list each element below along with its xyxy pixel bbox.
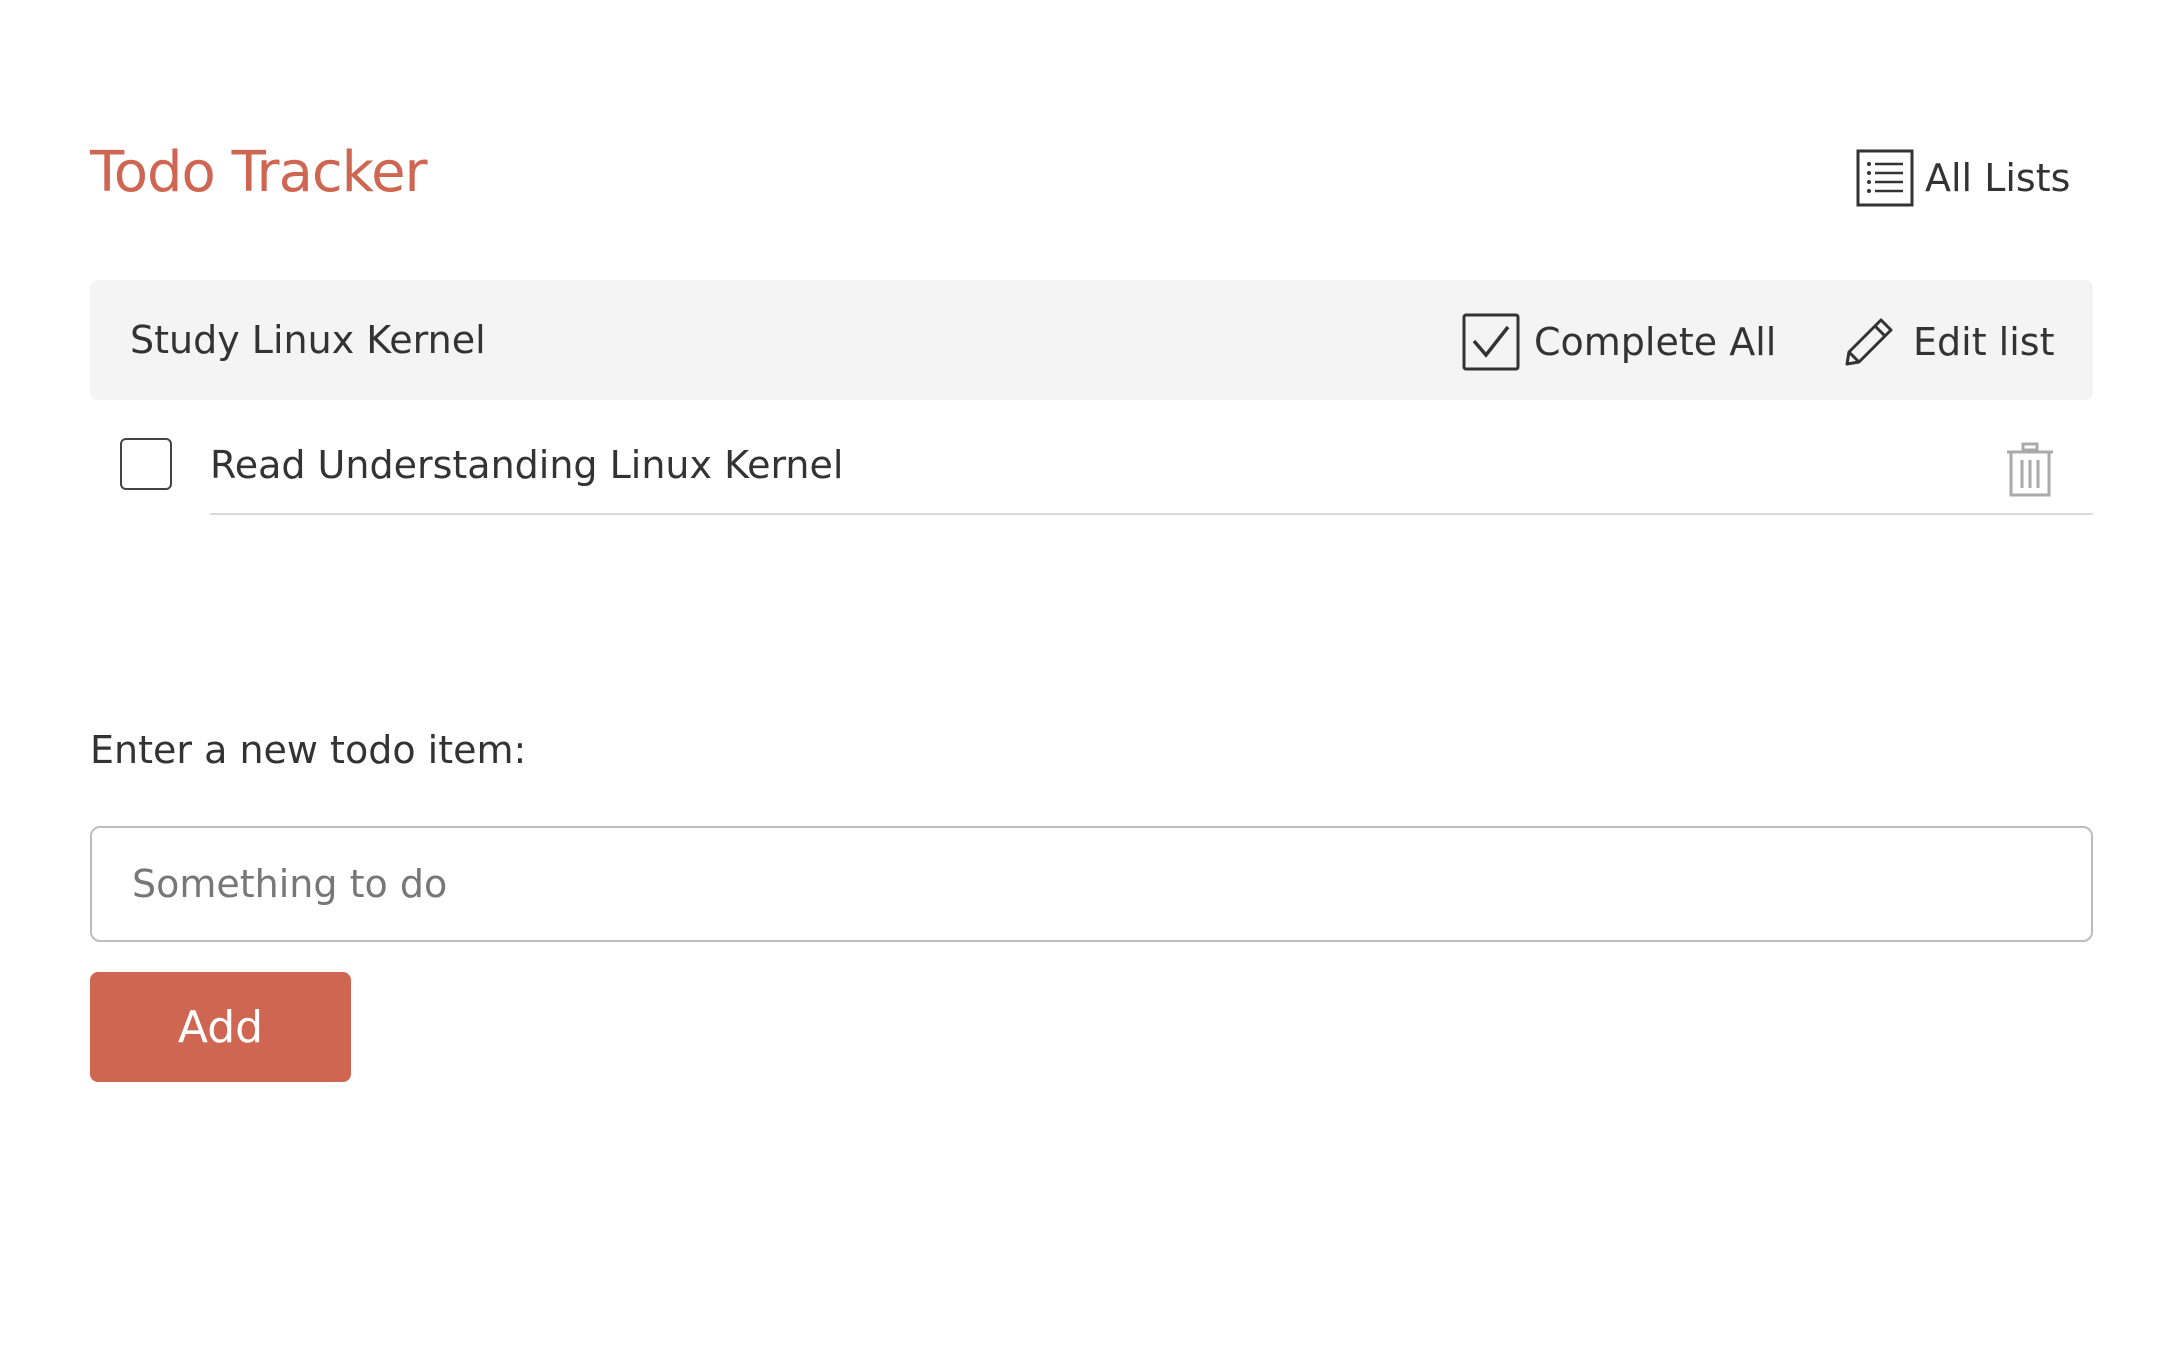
new-todo-input[interactable] [90, 826, 2093, 942]
todo-item: Read Understanding Linux Kernel [90, 420, 2093, 515]
complete-all-label: Complete All [1534, 320, 1777, 364]
todo-text: Read Understanding Linux Kernel [210, 443, 844, 487]
pencil-icon [1845, 318, 1893, 366]
list-icon [1856, 149, 1914, 207]
all-lists-link[interactable]: All Lists [1855, 145, 2070, 211]
page-title: Todo Tracker [90, 140, 428, 205]
checkbox-checked-icon [1462, 313, 1520, 371]
todo-checkbox[interactable] [120, 438, 172, 490]
trash-icon[interactable] [2005, 442, 2055, 498]
complete-all-button[interactable]: Complete All [1462, 312, 1776, 372]
list-name: Study Linux Kernel [130, 318, 486, 362]
edit-list-button[interactable]: Edit list [1843, 312, 2054, 372]
todo-divider [210, 513, 2093, 515]
edit-list-label: Edit list [1913, 320, 2055, 364]
todo-page: Todo Tracker All Lists Study Linux Kerne… [0, 0, 2164, 1346]
all-lists-label: All Lists [1925, 156, 2071, 200]
add-button[interactable]: Add [90, 972, 351, 1082]
new-todo-label: Enter a new todo item: [90, 728, 527, 772]
list-header: Study Linux Kernel Complete All Edit lis… [90, 280, 2093, 400]
